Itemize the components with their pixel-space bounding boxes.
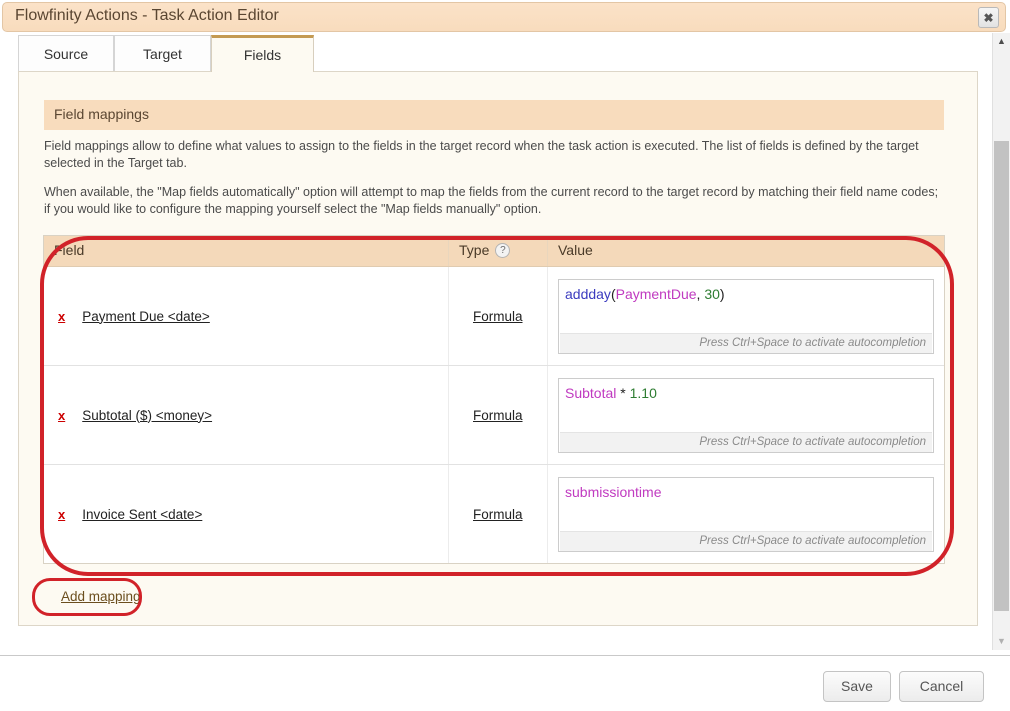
delete-mapping-link[interactable]: x — [58, 408, 65, 423]
type-link[interactable]: Formula — [473, 507, 523, 522]
table-row: x Invoice Sent <date> Formula submissiontim… — [44, 465, 944, 563]
column-header-value: Value — [548, 236, 944, 266]
description-paragraph-2: When available, the "Map fields automati… — [44, 184, 944, 218]
field-mappings-header: Field mappings — [44, 100, 944, 130]
table-row: x Subtotal ($) <money> Formula Subtotal * 1… — [44, 366, 944, 465]
column-header-field: Field — [44, 236, 449, 266]
value-cell: submissiontime Press Ctrl+Space to activa… — [548, 465, 944, 563]
field-mappings-title: Field mappings — [54, 106, 149, 122]
window-titlebar: Flowfinity Actions - Task Action Editor … — [2, 2, 1006, 32]
field-name-link[interactable]: Payment Due <date> — [82, 309, 210, 324]
tab-target[interactable]: Target — [114, 35, 211, 72]
value-cell: addday(PaymentDue, 30) Press Ctrl+Space t… — [548, 267, 944, 365]
scrollbar-thumb[interactable] — [994, 141, 1009, 611]
save-button[interactable]: Save — [823, 671, 891, 702]
field-mappings-table: Field Type? Value x Payment Due <date> For… — [43, 235, 945, 564]
vertical-scrollbar[interactable]: ▲ ▼ — [992, 33, 1010, 650]
autocomplete-hint: Press Ctrl+Space to activate autocomplet… — [560, 333, 932, 353]
formula-token-field: Subtotal — [565, 385, 616, 401]
field-cell: x Payment Due <date> — [44, 267, 449, 365]
footer-divider — [0, 655, 1010, 656]
autocomplete-hint: Press Ctrl+Space to activate autocomplet… — [560, 432, 932, 452]
scroll-up-icon[interactable]: ▲ — [993, 33, 1010, 50]
column-header-type: Type? — [449, 236, 548, 266]
formula-expression: addday(PaymentDue, 30) — [565, 286, 725, 302]
window-title: Flowfinity Actions - Task Action Editor — [15, 7, 279, 25]
tab-source[interactable]: Source — [18, 35, 114, 72]
add-mapping-link[interactable]: Add mapping — [61, 589, 141, 604]
cancel-button[interactable]: Cancel — [899, 671, 984, 702]
type-link[interactable]: Formula — [473, 309, 523, 324]
formula-editor[interactable]: submissiontime Press Ctrl+Space to activa… — [558, 477, 934, 552]
fields-panel: Field mappings Field mappings allow to d… — [18, 71, 978, 626]
formula-expression: Subtotal * 1.10 — [565, 385, 657, 401]
type-cell: Formula — [449, 267, 548, 365]
autocomplete-hint: Press Ctrl+Space to activate autocomplet… — [560, 531, 932, 551]
close-icon[interactable]: ✖ — [978, 7, 999, 28]
field-name-link[interactable]: Subtotal ($) <money> — [82, 408, 212, 423]
formula-editor[interactable]: Subtotal * 1.10 Press Ctrl+Space to activ… — [558, 378, 934, 453]
type-cell: Formula — [449, 366, 548, 464]
tab-bar: Source Target Fields — [18, 35, 978, 72]
field-name-link[interactable]: Invoice Sent <date> — [82, 507, 202, 522]
formula-expression: submissiontime — [565, 484, 661, 500]
formula-token-num: 30 — [704, 286, 720, 302]
help-icon[interactable]: ? — [495, 243, 510, 258]
column-header-type-label: Type — [459, 242, 489, 258]
field-cell: x Invoice Sent <date> — [44, 465, 449, 563]
table-header-row: Field Type? Value — [44, 236, 944, 267]
description-paragraph-1: Field mappings allow to define what valu… — [44, 138, 944, 172]
formula-editor[interactable]: addday(PaymentDue, 30) Press Ctrl+Space t… — [558, 279, 934, 354]
formula-token-op: ) — [720, 286, 725, 302]
type-cell: Formula — [449, 465, 548, 563]
type-link[interactable]: Formula — [473, 408, 523, 423]
formula-token-field: submissiontime — [565, 484, 661, 500]
table-row: x Payment Due <date> Formula addday(Payment… — [44, 267, 944, 366]
delete-mapping-link[interactable]: x — [58, 309, 65, 324]
field-cell: x Subtotal ($) <money> — [44, 366, 449, 464]
value-cell: Subtotal * 1.10 Press Ctrl+Space to activ… — [548, 366, 944, 464]
tab-fields[interactable]: Fields — [211, 35, 314, 72]
table-body: x Payment Due <date> Formula addday(Payment… — [44, 267, 944, 563]
scroll-down-icon[interactable]: ▼ — [993, 633, 1010, 650]
formula-token-op: * — [616, 385, 629, 401]
formula-token-fn: addday — [565, 286, 611, 302]
formula-token-field: PaymentDue — [616, 286, 697, 302]
formula-token-num: 1.10 — [630, 385, 657, 401]
delete-mapping-link[interactable]: x — [58, 507, 65, 522]
